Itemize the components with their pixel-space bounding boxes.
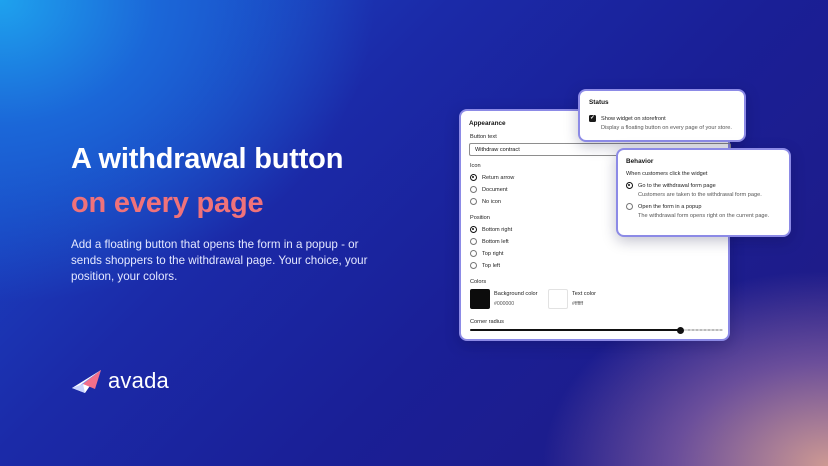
headline-line-2: on every page [71,187,264,219]
avada-logo: avada [71,367,169,395]
radio-icon [470,262,477,269]
position-option-bottom-right[interactable]: Bottom right [470,226,512,233]
corner-radius-slider-remainder [688,329,724,331]
behavior-option-help: The withdrawal form opens right on the c… [638,213,770,219]
icon-option-label: Document [482,186,508,193]
radio-icon [470,250,477,257]
text-color-label: Text color [572,291,596,297]
icon-label: Icon [470,163,481,169]
avada-wordmark: avada [108,368,169,393]
position-option-label: Bottom right [482,226,513,233]
position-option-label: Bottom left [482,238,509,245]
behavior-panel: Behavior When customers click the widget… [616,148,791,237]
position-option-bottom-left[interactable]: Bottom left [470,238,509,245]
hero-description: Add a floating button that opens the for… [71,238,368,284]
avada-logo-icon [72,370,101,393]
position-option-top-right[interactable]: Top right [470,250,503,257]
icon-option-no-icon[interactable]: No icon [470,198,501,205]
corner-radius-label: Corner radius [470,319,504,325]
radio-icon [470,198,477,205]
behavior-option-go-to-page[interactable]: Go to the withdrawal form page [626,182,781,189]
text-color-swatch[interactable] [548,289,568,309]
behavior-option-popup[interactable]: Open the form in a popup [626,203,781,210]
background-color-value: #000000 [494,301,515,307]
headline-line-1: A withdrawal button [71,143,344,175]
position-label: Position [470,215,490,221]
colors-label: Colors [470,279,487,285]
behavior-title: Behavior [626,158,654,165]
show-widget-checkbox-row[interactable]: ✓ Show widget on storefront [589,115,735,122]
text-color-value: #ffffff [572,301,584,307]
show-widget-label: Show widget on storefront [601,115,666,122]
position-option-top-left[interactable]: Top left [470,262,500,269]
radio-icon [626,203,633,210]
radio-icon [470,238,477,245]
icon-option-label: Return arrow [482,174,515,181]
behavior-question: When customers click the widget [626,171,708,177]
radio-selected-icon [626,182,633,189]
show-widget-help: Display a floating button on every page … [601,125,732,131]
position-option-label: Top right [482,250,504,257]
radio-selected-icon [470,226,477,233]
radio-icon [470,186,477,193]
behavior-option-label: Open the form in a popup [638,203,702,210]
corner-radius-slider-handle[interactable] [677,326,684,334]
corner-radius-slider-fill [470,329,680,331]
background-color-label: Background color [494,291,538,297]
radio-selected-icon [470,174,477,181]
icon-option-document[interactable]: Document [470,186,508,193]
icon-option-label: No icon [482,198,501,205]
status-panel: Status ✓ Show widget on storefront Displ… [578,89,746,142]
icon-option-return-arrow[interactable]: Return arrow [470,174,514,181]
behavior-option-label: Go to the withdrawal form page [638,182,716,189]
position-option-label: Top left [482,262,501,269]
checkbox-checked-icon[interactable]: ✓ [589,115,596,122]
behavior-option-help: Customers are taken to the withdrawal fo… [638,192,762,198]
corner-radius-slider[interactable] [470,326,724,334]
headline: A withdrawal button on every page [71,144,343,218]
background-color-swatch[interactable] [470,289,490,309]
status-title: Status [589,99,609,106]
button-text-label: Button text [470,134,497,140]
